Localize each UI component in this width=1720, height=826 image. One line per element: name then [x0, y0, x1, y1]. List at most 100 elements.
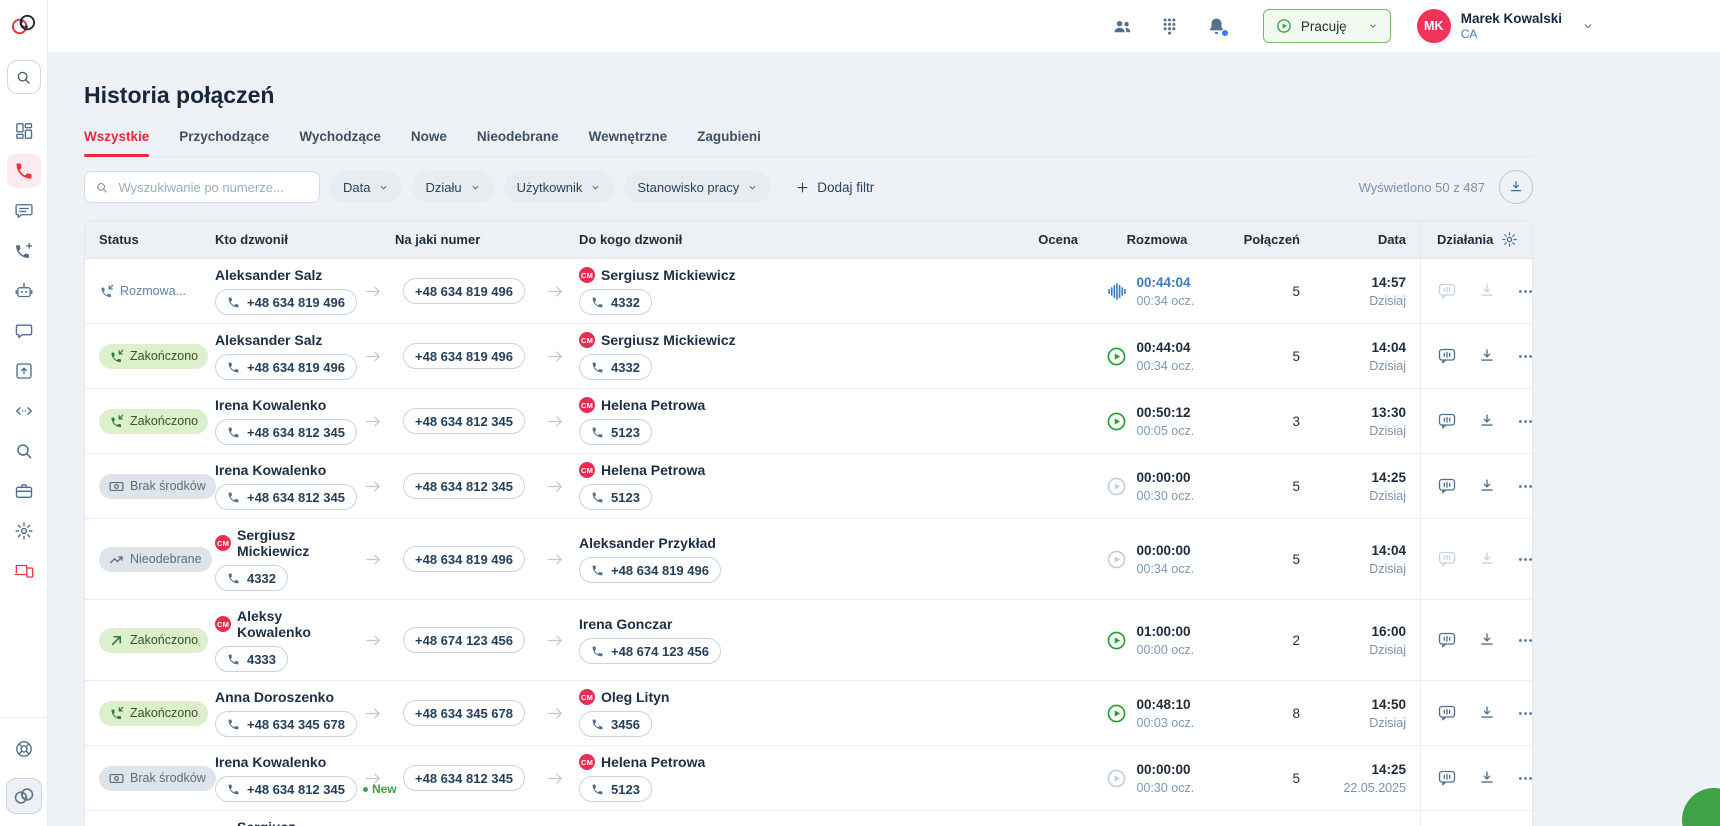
work-status-button[interactable]: Pracuję — [1263, 9, 1391, 43]
sidebar-item-inbox[interactable] — [7, 354, 41, 388]
table-row[interactable]: Rozmowa... CM Aleksander Salz +48 634 81… — [85, 259, 1532, 324]
caller-number-chip[interactable]: 4332 — [215, 565, 288, 591]
play-recording-button[interactable] — [1106, 630, 1127, 651]
download-recording-button[interactable] — [1478, 550, 1496, 568]
caller-number-chip[interactable]: +48 634 819 496 — [215, 289, 357, 315]
callee-number-chip[interactable]: 4332 — [579, 354, 652, 380]
filter-pill[interactable]: Użytkownik — [504, 171, 615, 203]
download-recording-button[interactable] — [1478, 631, 1496, 649]
play-recording-button[interactable] — [1106, 703, 1127, 724]
caller-number-chip[interactable]: +48 634 812 345 — [215, 776, 357, 802]
caller-number-chip[interactable]: 4333 — [215, 646, 288, 672]
caller-number-chip[interactable]: +48 634 812 345 — [215, 484, 357, 510]
transcript-button[interactable] — [1437, 549, 1457, 569]
sidebar-item-phone[interactable] — [7, 154, 41, 188]
dialed-number-chip[interactable]: +48 634 819 496 — [403, 546, 525, 572]
transcript-button[interactable] — [1437, 411, 1457, 431]
tab[interactable]: Nieodebrane — [477, 129, 559, 156]
play-recording-button[interactable] — [1106, 411, 1127, 432]
sidebar-item-chat[interactable] — [7, 194, 41, 228]
dialed-number-chip[interactable]: +48 634 812 345 — [403, 765, 525, 791]
table-row[interactable]: Zakończono CM Sergiusz Mickiewicz 4332 N… — [85, 811, 1532, 826]
play-recording-button[interactable] — [1106, 476, 1127, 497]
tab[interactable]: Wychodzące — [299, 129, 381, 156]
table-row[interactable]: Zakończono CM Aleksander Salz +48 634 81… — [85, 324, 1532, 389]
table-row[interactable]: Zakończono CM Aleksy Kowalenko 4333 New … — [85, 600, 1532, 681]
contacts-button[interactable] — [1112, 16, 1133, 37]
row-menu-button[interactable] — [1517, 705, 1533, 722]
filter-pill[interactable]: Data — [330, 171, 402, 203]
dialed-number-chip[interactable]: +48 634 819 496 — [403, 343, 525, 369]
sidebar-item-code[interactable] — [7, 394, 41, 428]
callee-number-chip[interactable]: 4332 — [579, 289, 652, 315]
notifications-button[interactable] — [1206, 16, 1227, 37]
download-recording-button[interactable] — [1478, 477, 1496, 495]
search-icon — [15, 69, 32, 86]
table-row[interactable]: Brak środków CM Irena Kowalenko +48 634 … — [85, 746, 1532, 811]
row-menu-button[interactable] — [1517, 348, 1533, 365]
caller-number-chip[interactable]: +48 634 819 496 — [215, 354, 357, 380]
download-recording-button[interactable] — [1478, 704, 1496, 722]
callee-number-chip[interactable]: 5123 — [579, 484, 652, 510]
table-row[interactable]: Brak środków CM Irena Kowalenko +48 634 … — [85, 454, 1532, 519]
sidebar-item-robot[interactable] — [7, 274, 41, 308]
filter-pill[interactable]: Stanowisko pracy — [624, 171, 771, 203]
play-recording-button[interactable] — [1106, 549, 1127, 570]
add-filter-button[interactable]: Dodaj filtr — [789, 179, 880, 196]
transcript-button[interactable] — [1437, 630, 1457, 650]
transcript-button[interactable] — [1437, 768, 1457, 788]
row-menu-button[interactable] — [1517, 283, 1533, 300]
caller-number-chip[interactable]: +48 634 812 345 — [215, 419, 357, 445]
callee-number-chip[interactable]: +48 634 819 496 — [579, 557, 721, 583]
transcript-button[interactable] — [1437, 281, 1457, 301]
dialed-number-chip[interactable]: +48 674 123 456 — [403, 627, 525, 653]
sidebar-item-cog[interactable] — [7, 514, 41, 548]
table-row[interactable]: Zakończono CM Anna Doroszenko +48 634 34… — [85, 681, 1532, 746]
transcript-button[interactable] — [1437, 703, 1457, 723]
dialed-number-chip[interactable]: +48 634 819 496 — [403, 278, 525, 304]
row-menu-button[interactable] — [1517, 413, 1533, 430]
table-row[interactable]: Nieodebrane CM Sergiusz Mickiewicz 4332 … — [85, 519, 1532, 600]
transcript-button[interactable] — [1437, 476, 1457, 496]
dialed-number-chip[interactable]: +48 634 345 678 — [403, 700, 525, 726]
table-settings-button[interactable] — [1501, 231, 1518, 248]
filter-pill[interactable]: Działu — [412, 171, 493, 203]
download-recording-button[interactable] — [1478, 282, 1496, 300]
sidebar-search-button[interactable] — [7, 60, 41, 94]
callee-number-chip[interactable]: 3456 — [579, 711, 652, 737]
callee-number-chip[interactable]: 5123 — [579, 776, 652, 802]
sidebar-app-switcher[interactable] — [6, 778, 42, 814]
download-recording-button[interactable] — [1478, 412, 1496, 430]
dialed-number-chip[interactable]: +48 634 812 345 — [403, 473, 525, 499]
caller-number-chip[interactable]: +48 634 345 678 — [215, 711, 357, 737]
user-menu[interactable]: MK Marek Kowalski CA — [1417, 9, 1594, 43]
transcript-button[interactable] — [1437, 346, 1457, 366]
download-recording-button[interactable] — [1478, 769, 1496, 787]
sidebar-item-dashboard[interactable] — [7, 114, 41, 148]
row-menu-button[interactable] — [1517, 551, 1533, 568]
play-recording-button[interactable] — [1106, 768, 1127, 789]
tab[interactable]: Zagubieni — [697, 129, 761, 156]
callee-number-chip[interactable]: +48 674 123 456 — [579, 638, 721, 664]
search-input[interactable] — [116, 179, 309, 196]
sidebar-item-help[interactable] — [7, 732, 41, 766]
sidebar-item-bubble[interactable] — [7, 314, 41, 348]
dialed-number-chip[interactable]: +48 634 812 345 — [403, 408, 525, 434]
row-menu-button[interactable] — [1517, 770, 1533, 787]
sidebar-item-briefcase[interactable] — [7, 474, 41, 508]
row-menu-button[interactable] — [1517, 478, 1533, 495]
download-recording-button[interactable] — [1478, 347, 1496, 365]
tab[interactable]: Wszystkie — [84, 129, 149, 156]
sidebar-item-search[interactable] — [7, 434, 41, 468]
row-menu-button[interactable] — [1517, 632, 1533, 649]
tab[interactable]: Wewnętrzne — [589, 129, 668, 156]
table-row[interactable]: Zakończono CM Irena Kowalenko +48 634 81… — [85, 389, 1532, 454]
tab[interactable]: Nowe — [411, 129, 447, 156]
play-recording-button[interactable] — [1106, 346, 1127, 367]
dialpad-button[interactable] — [1159, 16, 1180, 37]
sidebar-item-phone-plus[interactable] — [7, 234, 41, 268]
sidebar-item-devices[interactable] — [7, 554, 41, 588]
export-button[interactable] — [1499, 170, 1533, 204]
tab[interactable]: Przychodzące — [179, 129, 269, 156]
callee-number-chip[interactable]: 5123 — [579, 419, 652, 445]
